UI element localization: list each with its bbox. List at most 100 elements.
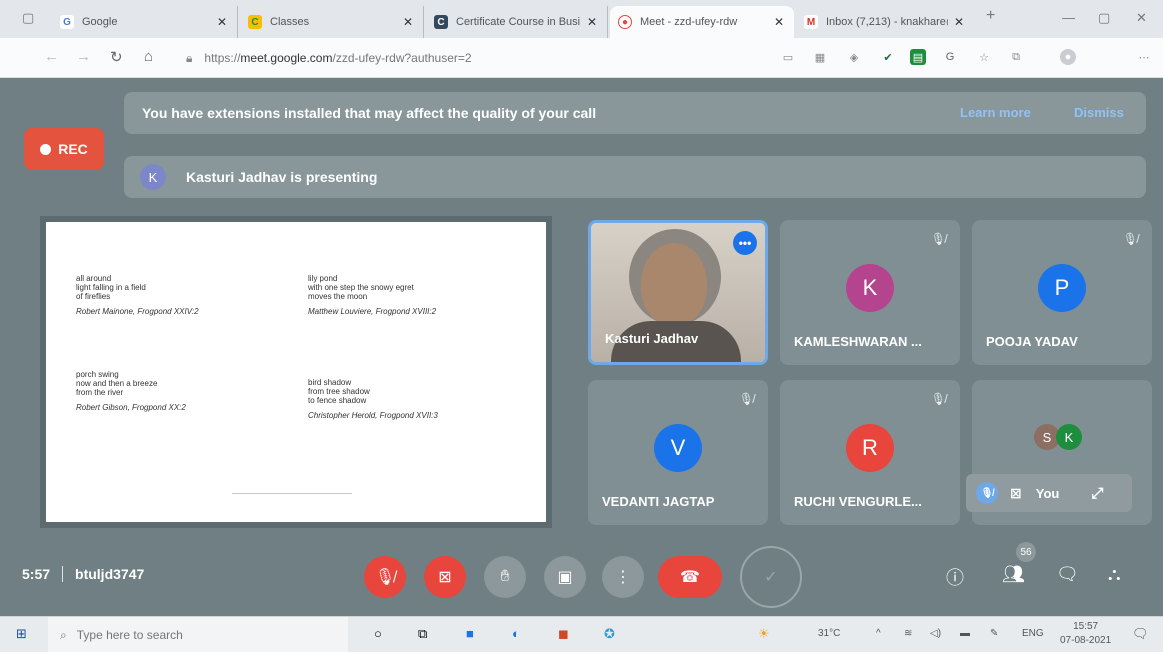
show-hidden-icon[interactable]: ^ [876,628,881,639]
tab-certificate-course[interactable]: C Certificate Course in Busi ✕ [426,6,608,38]
presenting-text: Kasturi Jadhav is presenting [186,169,378,185]
profile-avatar[interactable]: ● [1060,49,1076,65]
mic-off-icon[interactable]: 🎙︎̸ [976,482,998,504]
taskbar-search[interactable]: ⌕ Type here to search [48,617,348,652]
slide-footer-rule [232,486,352,494]
lock-icon: 🔒︎ [186,50,193,65]
poem-citation: Christopher Herold, Frogpond XVII:3 [308,411,438,420]
mic-toggle-button[interactable]: 🎙︎̸ [364,556,406,598]
leave-call-button[interactable]: ☎︎ [658,556,722,598]
weather-icon[interactable]: ☀︎ [758,626,770,642]
camera-off-icon[interactable]: ⊠ [1010,485,1022,502]
tab-classes[interactable]: C Classes ✕ [240,6,424,38]
banner-text: You have extensions installed that may a… [142,105,597,121]
participant-tile-pooja[interactable]: 🎙︎̸ P POOJA YADAV [972,220,1152,365]
participant-tile-ruchi[interactable]: 🎙︎̸ R RUCHI VENGURLE... [780,380,960,525]
office-icon[interactable]: ◼ [558,626,569,642]
more-options-button[interactable]: ••• [733,231,757,255]
tab-actions-icon[interactable]: ▢ [22,10,34,26]
edge-icon[interactable]: ◐ [512,626,520,641]
favorites-icon[interactable]: ☆ [976,49,992,65]
sheets-extension-icon[interactable]: ▤ [910,49,926,65]
check-icon: ✓ [764,569,778,586]
cortana-icon[interactable]: ○ [374,626,382,641]
tab-google[interactable]: G Google ✕ [52,6,238,38]
recording-icon: ● [618,15,632,29]
task-view-icon[interactable]: ⧉ [418,626,427,642]
poem-line: with one step the snowy egret [308,283,414,292]
back-icon[interactable]: ← [44,48,59,65]
app-icon[interactable]: ✪ [604,626,615,642]
learn-more-link[interactable]: Learn more [960,105,1031,120]
pen-icon[interactable]: ✎ [990,628,998,639]
url-field[interactable]: 🔒︎ https:// meet.google.com /zzd-ufey-rd… [186,46,472,70]
close-tab-icon[interactable]: ✕ [772,15,786,29]
meeting-code[interactable]: btuljd3747 [75,566,144,582]
camera-toggle-button[interactable]: ⊠ [424,556,466,598]
hand-icon: ✋︎ [500,568,510,585]
chat-icon[interactable]: 🗨︎ [1056,564,1079,585]
poem-citation: Robert Gibson, Frogpond XX:2 [76,403,186,412]
expand-icon[interactable]: ⤢ [1091,485,1103,502]
windows-start-icon[interactable]: ⊞ [16,626,27,642]
close-tab-icon[interactable]: ✕ [401,15,415,29]
camera-icon[interactable]: ▭ [780,49,796,65]
collections-icon[interactable]: ⧉ [1008,49,1024,65]
close-tab-icon[interactable]: ✕ [952,15,966,29]
participant-tile-kamleshwaran[interactable]: 🎙︎̸ K KAMLESHWARAN ... [780,220,960,365]
participant-avatar: P [1038,264,1086,312]
forward-icon[interactable]: → [76,48,91,65]
present-screen-icon: ▣ [557,569,573,586]
participant-tile-kasturi[interactable]: ••• Kasturi Jadhav [588,220,768,365]
participant-avatar: K [846,264,894,312]
close-window-icon[interactable]: ✕ [1136,10,1147,26]
reload-icon[interactable]: ↻ [110,48,123,66]
tab-title: Inbox (7,213) - knakhare@ [826,16,948,28]
network-icon[interactable]: ≋ [904,628,912,639]
activities-icon[interactable]: ⛬ [1108,564,1121,585]
people-icon[interactable]: 👥︎ [1002,564,1025,585]
participant-tile-vedanti[interactable]: 🎙︎̸ V VEDANTI JAGTAP [588,380,768,525]
divider [62,566,64,582]
minimize-icon[interactable]: — [1062,10,1075,25]
dismiss-button[interactable]: Dismiss [1074,105,1124,120]
presenting-banner: K Kasturi Jadhav is presenting [124,156,1146,198]
course-icon: C [434,15,448,29]
poem-line: lily pond [308,274,338,283]
browser-tab-bar: ▢ G Google ✕ C Classes ✕ C Certificate C… [0,0,1163,38]
volume-icon[interactable]: ◁) [930,628,941,639]
notifications-icon[interactable]: 🗨︎ [1132,626,1149,642]
battery-icon[interactable]: ▬ [960,628,970,639]
tab-inbox[interactable]: M Inbox (7,213) - knakhare@ ✕ [796,6,974,38]
language-indicator[interactable]: ENG [1022,628,1044,639]
poem-line: of fireflies [76,292,111,301]
poem-4: bird shadow from tree shadow to fence sh… [308,378,438,420]
grid-extension-icon[interactable]: ▦ [812,49,828,65]
poem-citation: Robert Mainone, Frogpond XXIV:2 [76,307,199,316]
participant-avatar: V [654,424,702,472]
shared-screen[interactable]: all around light falling in a field of f… [40,216,552,528]
poem-line: from the river [76,388,124,397]
menu-more-icon[interactable]: ⋯ [1136,49,1152,65]
presenter-avatar: K [140,164,166,190]
raise-hand-button[interactable]: ✋︎ [484,556,526,598]
check-extension-icon[interactable]: ✔ [880,49,896,65]
self-view-pill[interactable]: 🎙︎̸ ⊠ You ⤢ [966,474,1132,512]
weather-temp[interactable]: 31°C [818,628,840,639]
shield-extension-icon[interactable]: ◈ [846,49,862,65]
store-icon[interactable]: ■ [466,626,474,641]
maximize-icon[interactable]: ▢ [1098,10,1110,26]
tab-meet[interactable]: ● Meet - zzd-ufey-rdw ✕ [610,6,794,38]
recording-indicator: REC [24,128,104,170]
more-options-button[interactable]: ⋮ [602,556,644,598]
url-prefix: https:// [204,51,241,65]
meeting-details-icon[interactable]: ⓘ [946,564,964,590]
address-bar: ← → ↻ ⌂ 🔒︎ https:// meet.google.com /zzd… [0,38,1163,78]
grammar-extension-icon[interactable]: G [942,49,958,65]
clock[interactable]: 15:57 07-08-2021 [1060,620,1111,648]
home-icon[interactable]: ⌂ [144,48,153,65]
new-tab-button[interactable]: + [986,7,995,25]
close-tab-icon[interactable]: ✕ [215,15,229,29]
present-button[interactable]: ▣ [544,556,586,598]
close-tab-icon[interactable]: ✕ [585,15,599,29]
